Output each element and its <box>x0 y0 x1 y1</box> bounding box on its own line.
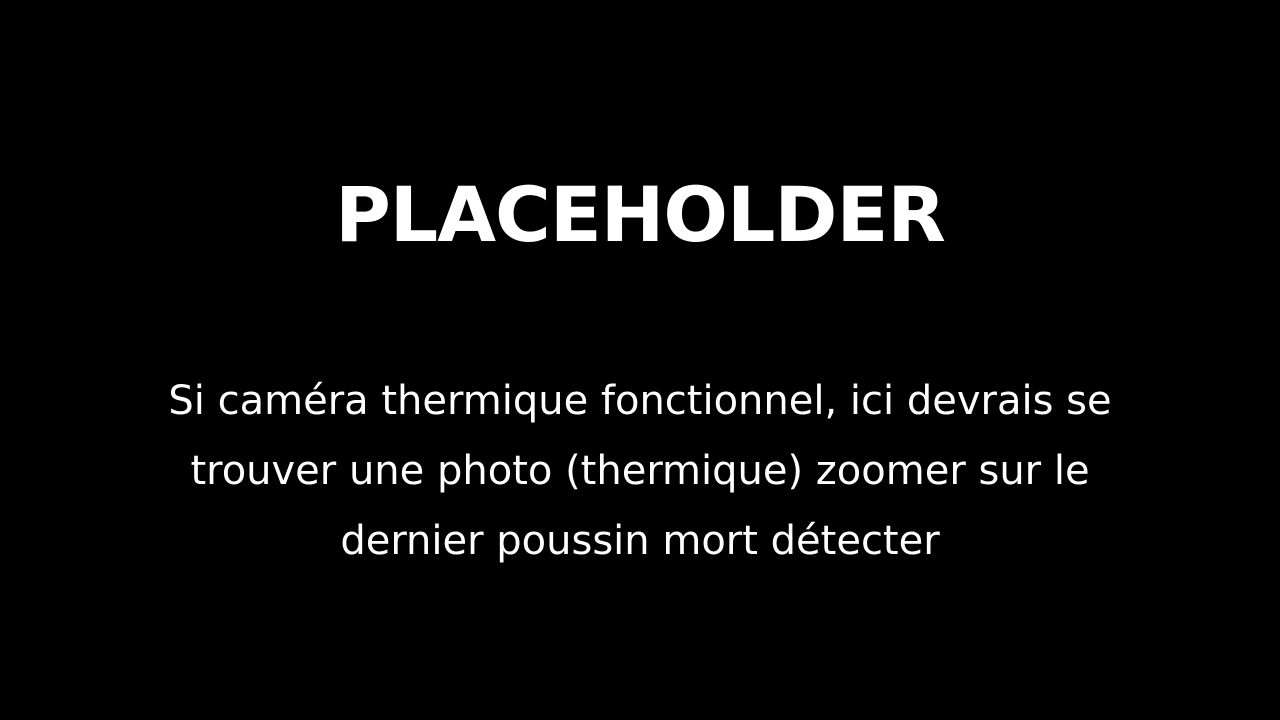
body-line-2: trouver une photo (thermique) zoomer sur… <box>190 448 1090 494</box>
slide-title: PLACEHOLDER <box>335 170 946 259</box>
body-line-3: dernier poussin mort détecter <box>340 518 940 564</box>
body-line-1: Si caméra thermique fonctionnel, ici dev… <box>168 378 1112 424</box>
placeholder-slide: PLACEHOLDER Si caméra thermique fonction… <box>0 0 1280 720</box>
slide-body-text: Si caméra thermique fonctionnel, ici dev… <box>60 366 1220 576</box>
